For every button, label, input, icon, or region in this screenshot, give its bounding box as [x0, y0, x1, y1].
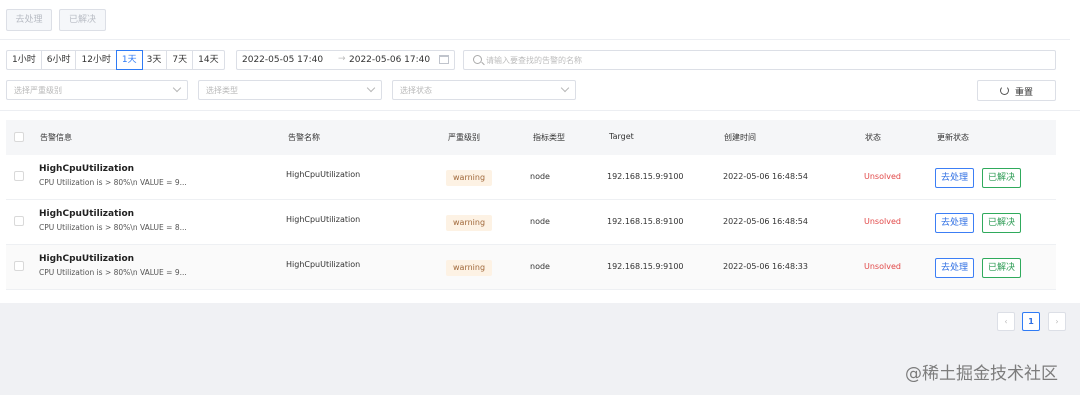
- calendar-icon: [439, 55, 449, 64]
- next-page-button[interactable]: ›: [1048, 312, 1066, 331]
- metric-type: node: [530, 172, 550, 181]
- status-select[interactable]: 选择状态: [392, 80, 576, 100]
- chevron-down-icon: [172, 83, 182, 93]
- col-metric-type: 指标类型: [533, 133, 565, 142]
- type-select[interactable]: 选择类型: [198, 80, 382, 100]
- col-alert-name: 告警名称: [288, 133, 320, 142]
- created-time: 2022-05-06 16:48:54: [723, 217, 808, 226]
- range-arrow-icon: →: [338, 54, 346, 64]
- col-created-time: 创建时间: [724, 133, 756, 142]
- alert-panel: 去处理 已解决 1小时 6小时 12小时 1天 3天 7天 14天 2022-0…: [0, 0, 1080, 303]
- alert-description: CPU Utilization is > 80%\n VALUE = 9...: [39, 268, 187, 277]
- process-button[interactable]: 去处理: [935, 213, 975, 233]
- severity-select[interactable]: 选择严重级别: [6, 80, 188, 100]
- time-range-selector: 1小时 6小时 12小时 1天 3天 7天 14天: [6, 50, 225, 70]
- target: 192.168.15.9:9100: [607, 172, 684, 181]
- target: 192.168.15.8:9100: [607, 217, 684, 226]
- status-text: Unsolved: [864, 172, 901, 181]
- col-alert-info: 告警信息: [40, 133, 72, 142]
- table-header: 告警信息 告警名称 严重级别 指标类型 Target 创建时间 状态 更新状态: [6, 120, 1056, 155]
- reset-label: 重置: [1015, 88, 1034, 98]
- row-checkbox[interactable]: [14, 216, 24, 226]
- range-option-6h[interactable]: 6小时: [42, 51, 77, 69]
- target: 192.168.15.9:9100: [607, 262, 684, 271]
- severity-badge: warning: [446, 260, 493, 276]
- type-placeholder: 选择类型: [206, 86, 238, 95]
- range-option-3d[interactable]: 3天: [142, 51, 168, 69]
- process-button[interactable]: 去处理: [935, 258, 975, 278]
- row-checkbox[interactable]: [14, 171, 24, 181]
- alert-table: 告警信息 告警名称 严重级别 指标类型 Target 创建时间 状态 更新状态 …: [6, 120, 1056, 290]
- chevron-down-icon: [560, 83, 570, 93]
- severity-badge: warning: [446, 170, 493, 186]
- metric-type: node: [530, 217, 550, 226]
- col-severity: 严重级别: [448, 133, 480, 142]
- select-all-checkbox[interactable]: [14, 132, 24, 142]
- range-option-1h[interactable]: 1小时: [7, 51, 42, 69]
- range-start: 2022-05-05 17:40: [242, 55, 324, 65]
- range-end: 2022-05-06 17:40: [349, 55, 431, 65]
- range-option-14d[interactable]: 14天: [193, 51, 223, 69]
- alert-title: HighCpuUtilization: [39, 209, 135, 219]
- alert-name: HighCpuUtilization: [286, 215, 361, 224]
- alert-name: HighCpuUtilization: [286, 170, 361, 179]
- bulk-action-bar: 去处理 已解决: [0, 0, 1070, 40]
- watermark-text: @稀土掘金技术社区: [905, 364, 1058, 384]
- alert-search: [463, 50, 1056, 70]
- col-target: Target: [609, 132, 634, 141]
- resolve-button[interactable]: 已解决: [982, 258, 1022, 278]
- alert-title: HighCpuUtilization: [39, 254, 135, 264]
- bulk-process-button[interactable]: 去处理: [6, 9, 52, 31]
- alert-name: HighCpuUtilization: [286, 260, 361, 269]
- divider: [0, 110, 1080, 111]
- resolve-button[interactable]: 已解决: [982, 213, 1022, 233]
- status-text: Unsolved: [864, 262, 901, 271]
- severity-badge: warning: [446, 215, 493, 231]
- range-option-7d[interactable]: 7天: [167, 51, 194, 69]
- range-option-1d[interactable]: 1天: [115, 50, 143, 70]
- metric-type: node: [530, 262, 550, 271]
- created-time: 2022-05-06 16:48:54: [723, 172, 808, 181]
- search-input[interactable]: [486, 53, 1046, 67]
- col-update-status: 更新状态: [937, 133, 969, 142]
- created-time: 2022-05-06 16:48:33: [723, 262, 808, 271]
- row-checkbox[interactable]: [14, 261, 24, 271]
- prev-page-button[interactable]: ‹: [997, 312, 1015, 331]
- reload-icon: [1000, 86, 1009, 95]
- date-range-picker[interactable]: 2022-05-05 17:40 → 2022-05-06 17:40: [236, 50, 455, 70]
- search-icon: [473, 55, 482, 64]
- alert-title: HighCpuUtilization: [39, 164, 135, 174]
- bulk-resolve-button[interactable]: 已解决: [59, 9, 106, 31]
- range-option-12h[interactable]: 12小时: [76, 51, 117, 69]
- status-placeholder: 选择状态: [400, 86, 432, 95]
- process-button[interactable]: 去处理: [935, 168, 975, 188]
- table-row: HighCpuUtilization CPU Utilization is > …: [6, 200, 1056, 245]
- alert-description: CPU Utilization is > 80%\n VALUE = 9...: [39, 178, 187, 187]
- status-text: Unsolved: [864, 217, 901, 226]
- table-row: HighCpuUtilization CPU Utilization is > …: [6, 155, 1056, 200]
- col-status: 状态: [865, 133, 881, 142]
- chevron-down-icon: [366, 83, 376, 93]
- table-row: HighCpuUtilization CPU Utilization is > …: [6, 245, 1056, 290]
- resolve-button[interactable]: 已解决: [982, 168, 1022, 188]
- alert-description: CPU Utilization is > 80%\n VALUE = 8...: [39, 223, 187, 232]
- reset-button[interactable]: 重置: [977, 80, 1056, 101]
- page-1-button[interactable]: 1: [1022, 312, 1040, 331]
- severity-placeholder: 选择严重级别: [14, 86, 62, 95]
